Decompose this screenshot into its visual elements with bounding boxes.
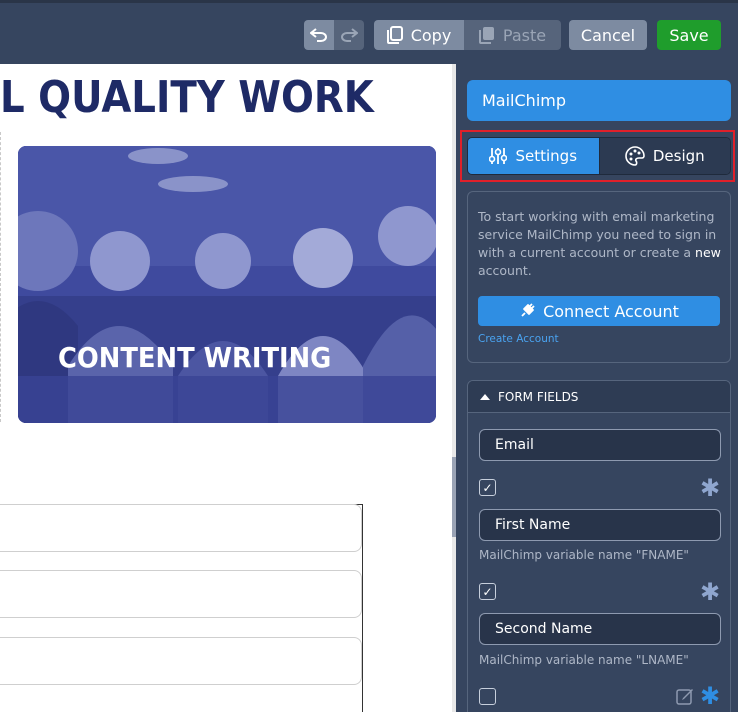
paste-icon bbox=[478, 27, 494, 44]
content-writing-card[interactable]: CONTENT WRITING bbox=[18, 146, 436, 423]
field-second-name[interactable]: Second Name bbox=[479, 613, 721, 645]
redo-button[interactable] bbox=[334, 20, 364, 50]
connect-account-button[interactable]: Connect Account bbox=[478, 296, 720, 326]
panel-tabs: Settings Design bbox=[467, 137, 731, 175]
undo-button[interactable] bbox=[304, 20, 334, 50]
tab-design-label: Design bbox=[652, 147, 705, 165]
field-email[interactable]: Email bbox=[479, 429, 721, 461]
tab-design[interactable]: Design bbox=[598, 138, 730, 174]
editor-canvas: L QUALITY WORK CONTENT WRITING bbox=[0, 64, 452, 712]
edit-icon[interactable] bbox=[676, 687, 694, 705]
page-headline[interactable]: L QUALITY WORK bbox=[0, 72, 374, 123]
connect-account-label: Connect Account bbox=[543, 301, 679, 321]
first-name-var-note: MailChimp variable name "FNAME" bbox=[479, 548, 689, 562]
top-toolbar: Copy Paste Cancel Save bbox=[0, 0, 738, 64]
undo-icon bbox=[310, 28, 327, 42]
cancel-button[interactable]: Cancel bbox=[569, 20, 647, 50]
tab-settings[interactable]: Settings bbox=[468, 138, 599, 174]
paste-button[interactable]: Paste bbox=[464, 20, 561, 50]
info-text: To start working with email marketing se… bbox=[478, 209, 721, 278]
widget-title: MailChimp bbox=[467, 80, 731, 121]
save-button[interactable]: Save bbox=[657, 20, 721, 50]
field-first-name[interactable]: First Name bbox=[479, 509, 721, 541]
caret-up-icon bbox=[480, 394, 490, 400]
tab-settings-label: Settings bbox=[515, 147, 578, 165]
copy-button[interactable]: Copy bbox=[374, 20, 464, 50]
form-fields-label: FORM FIELDS bbox=[498, 389, 579, 404]
form-fields-header[interactable]: FORM FIELDS bbox=[468, 381, 730, 413]
copy-icon bbox=[386, 26, 403, 44]
card-title: CONTENT WRITING bbox=[58, 341, 332, 374]
redo-icon bbox=[341, 28, 358, 42]
second-name-var-note: MailChimp variable name "LNAME" bbox=[479, 653, 689, 667]
paste-label: Paste bbox=[502, 25, 547, 45]
form-input-3[interactable] bbox=[0, 637, 362, 685]
form-input-2[interactable] bbox=[0, 570, 362, 618]
team-photo-image bbox=[18, 146, 436, 423]
palette-icon bbox=[625, 146, 645, 166]
section-guide-line bbox=[0, 132, 2, 422]
checkbox-email-enabled[interactable]: ✓ bbox=[479, 479, 496, 496]
form-fields-section: FORM FIELDS Email ✓ ✱ First Name MailChi… bbox=[467, 380, 731, 712]
checkbox-first-name-enabled[interactable]: ✓ bbox=[479, 583, 496, 600]
create-account-link[interactable]: Create Account bbox=[478, 333, 559, 345]
plug-icon bbox=[521, 303, 535, 317]
required-star-icon[interactable]: ✱ bbox=[700, 684, 720, 708]
new-link[interactable]: new bbox=[695, 245, 721, 260]
form-input-1[interactable] bbox=[0, 504, 362, 552]
settings-panel: MailChimp Settings Design To start worki… bbox=[456, 64, 738, 712]
checkbox-second-name-enabled[interactable] bbox=[479, 688, 496, 705]
required-star-icon[interactable]: ✱ bbox=[700, 580, 720, 604]
account-info-box: To start working with email marketing se… bbox=[467, 191, 731, 363]
copy-label: Copy bbox=[410, 25, 452, 45]
sliders-icon bbox=[489, 148, 508, 164]
required-star-icon[interactable]: ✱ bbox=[700, 476, 720, 500]
